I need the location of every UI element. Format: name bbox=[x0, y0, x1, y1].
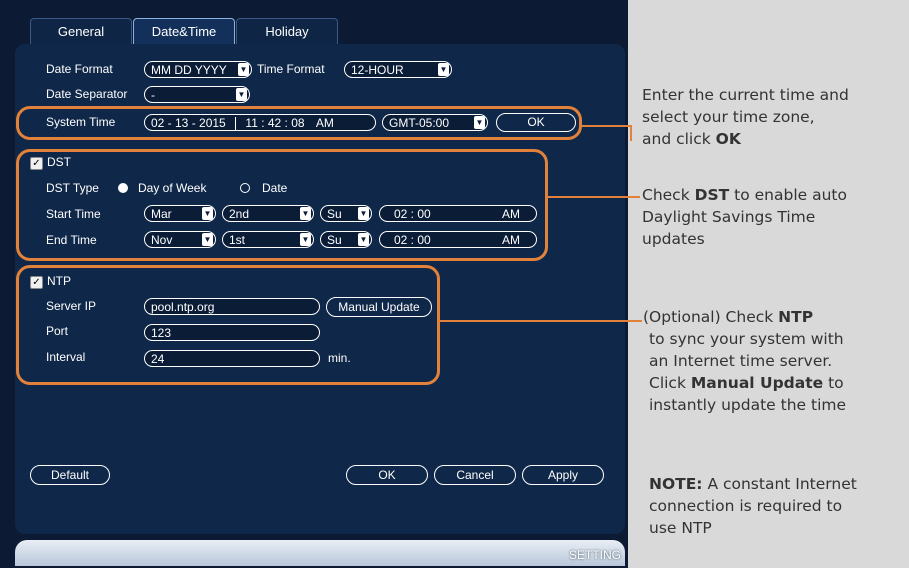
date-format-label: Date Format bbox=[46, 62, 113, 76]
annotation-line: instantly update the time bbox=[649, 396, 847, 414]
date-format-value: MM DD YYYY bbox=[151, 63, 227, 77]
ntp-highlight bbox=[16, 265, 440, 385]
chevron-down-icon: ▼ bbox=[238, 63, 249, 76]
tab-date-time[interactable]: Date&Time bbox=[133, 18, 235, 45]
annotation-line: an Internet time server. bbox=[649, 352, 833, 370]
connector-line bbox=[580, 125, 632, 127]
annotation-bold: NTP bbox=[778, 308, 814, 326]
default-button[interactable]: Default bbox=[30, 465, 110, 485]
annotation-text: to bbox=[823, 374, 844, 392]
annotation-time: Enter the current time and select your t… bbox=[642, 84, 849, 150]
annotation-line: and click OK bbox=[642, 128, 849, 150]
time-format-label: Time Format bbox=[257, 62, 325, 76]
annotation-line: Click Manual Update to bbox=[649, 372, 846, 394]
setting-label: SETTING bbox=[568, 548, 621, 562]
chevron-down-icon: ▼ bbox=[236, 88, 247, 101]
bottom-bar: SETTING bbox=[15, 540, 625, 566]
annotation-bold: Manual Update bbox=[690, 374, 824, 392]
annotation-text: (Optional) Check bbox=[643, 308, 779, 326]
annotation-bold: OK bbox=[715, 130, 741, 148]
tab-general[interactable]: General bbox=[30, 18, 132, 45]
annotation-bold: NOTE: bbox=[649, 475, 703, 493]
annotation-line: to sync your system with bbox=[649, 330, 844, 348]
annotation-bold: DST bbox=[694, 186, 730, 204]
annotation-line: updates bbox=[642, 230, 705, 248]
connector-line bbox=[630, 125, 632, 141]
chevron-down-icon: ▼ bbox=[438, 63, 449, 76]
annotation-text: A constant Internet bbox=[702, 475, 857, 493]
connector-line bbox=[438, 320, 642, 322]
annotation-text: Click bbox=[649, 374, 691, 392]
annotation-line: (Optional) Check NTP bbox=[643, 306, 846, 328]
ok-button[interactable]: OK bbox=[346, 465, 428, 485]
annotation-ntp: (Optional) Check NTP to sync your system… bbox=[643, 306, 847, 416]
time-format-select[interactable]: 12-HOUR ▼ bbox=[344, 61, 452, 78]
annotation-line: NOTE: A constant Internet bbox=[649, 473, 857, 495]
annotation-text: Check bbox=[642, 186, 695, 204]
date-separator-value: - bbox=[151, 88, 155, 102]
annotation-line: use NTP bbox=[649, 519, 712, 537]
annotation-line: Daylight Savings Time bbox=[642, 208, 816, 226]
annotation-text: and click bbox=[642, 130, 716, 148]
date-separator-label: Date Separator bbox=[46, 87, 128, 101]
annotation-line: select your time zone, bbox=[642, 108, 815, 126]
annotation-line: connection is required to bbox=[649, 497, 843, 515]
date-separator-select[interactable]: - ▼ bbox=[144, 86, 250, 103]
annotation-line: Enter the current time and bbox=[642, 86, 849, 104]
annotation-dst: Check DST to enable auto Daylight Saving… bbox=[642, 184, 847, 250]
date-format-select[interactable]: MM DD YYYY ▼ bbox=[144, 61, 252, 78]
system-time-highlight bbox=[16, 106, 582, 140]
annotation-text: to enable auto bbox=[729, 186, 847, 204]
connector-line bbox=[546, 196, 640, 198]
tab-holiday[interactable]: Holiday bbox=[236, 18, 338, 45]
annotation-line: Check DST to enable auto bbox=[642, 184, 847, 206]
dst-highlight bbox=[16, 149, 548, 261]
time-format-value: 12-HOUR bbox=[351, 63, 404, 77]
annotation-note: NOTE: A constant Internet connection is … bbox=[649, 473, 857, 539]
apply-button[interactable]: Apply bbox=[522, 465, 604, 485]
tab-bar: General Date&Time Holiday bbox=[0, 0, 628, 45]
cancel-button[interactable]: Cancel bbox=[434, 465, 516, 485]
